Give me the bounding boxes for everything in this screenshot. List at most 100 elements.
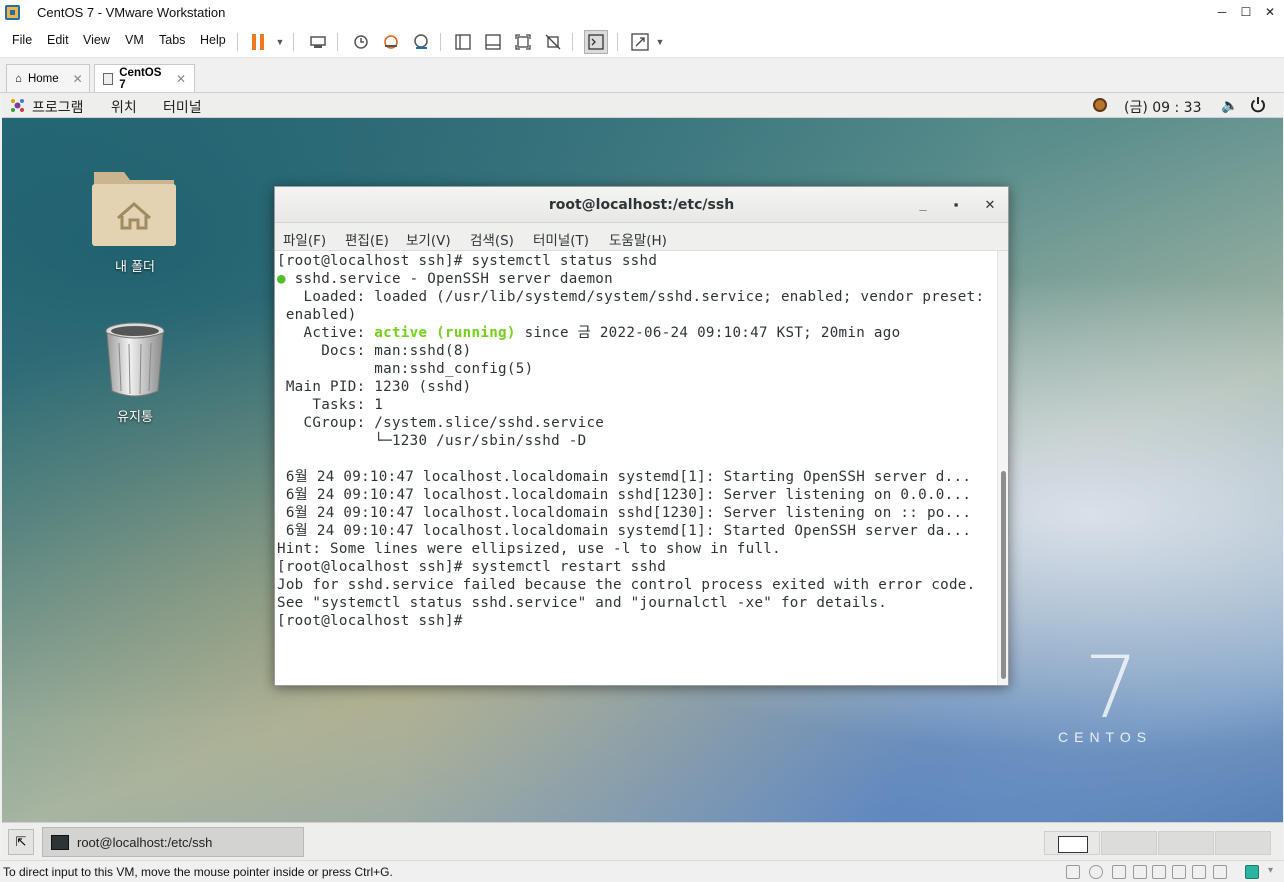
terminal-titlebar[interactable]: root@localhost:/etc/ssh _ ▪ ✕ (275, 187, 1008, 223)
network-adapter-icon[interactable] (1112, 865, 1126, 879)
menu-view[interactable]: View (83, 33, 110, 47)
minimize-button[interactable]: ─ (1213, 3, 1231, 21)
tab-label: CentOS 7 (119, 66, 162, 91)
tab-home[interactable]: ⌂ Home ✕ (6, 64, 90, 92)
usb-controller-icon[interactable] (1133, 865, 1147, 879)
menu-file[interactable]: File (12, 33, 32, 47)
terminal-line: 6월 24 09:10:47 localhost.localdomain ssh… (277, 505, 972, 521)
full-screen-icon[interactable] (511, 30, 535, 54)
terminal-line: CGroup: /system.slice/sshd.service (277, 415, 605, 431)
pause-icon[interactable] (246, 30, 270, 54)
tab-centos7[interactable]: CentOS 7 ✕ (94, 64, 195, 92)
terminal-menu-file[interactable]: 파일(F) (283, 229, 326, 249)
thumbnail-view-icon[interactable] (481, 30, 505, 54)
workspace-4[interactable] (1215, 831, 1271, 855)
status-bar: To direct input to this VM, move the mou… (0, 860, 1284, 882)
close-icon[interactable]: ✕ (176, 72, 186, 86)
terminal-menubar: 파일(F) 편집(E) 보기(V) 검색(S) 터미널(T) 도움말(H) (275, 223, 1008, 251)
power-icon[interactable] (1250, 95, 1266, 116)
library-view-icon[interactable] (451, 30, 475, 54)
centos-logo-text: CENTOS (1058, 729, 1153, 745)
chevron-down-icon[interactable]: ▼ (648, 30, 672, 54)
terminal-output[interactable]: [root@localhost ssh]# systemctl status s… (275, 251, 997, 685)
snapshot-manager-icon[interactable] (409, 30, 433, 54)
menu-tabs[interactable]: Tabs (159, 33, 185, 47)
menu-terminal[interactable]: 터미널 (163, 97, 202, 117)
taskbar-item-label: root@localhost:/etc/ssh (77, 834, 213, 850)
maximize-button[interactable]: ☐ (1237, 3, 1255, 21)
scrollbar-thumb[interactable] (1001, 471, 1006, 679)
console-view-icon[interactable] (584, 30, 608, 54)
unity-mode-icon[interactable] (541, 30, 565, 54)
workspace-2[interactable] (1101, 831, 1157, 855)
chevron-down-icon[interactable]: ▾ (1268, 865, 1273, 876)
workspace-3[interactable] (1158, 831, 1214, 855)
terminal-line: Docs: man:sshd(8) (277, 343, 472, 359)
window-titlebar: CentOS 7 - VMware Workstation ─ ☐ ✕ (0, 0, 1284, 25)
trash-icon[interactable] (103, 321, 167, 400)
sound-card-icon[interactable] (1152, 865, 1166, 879)
chevron-down-icon[interactable]: ▼ (268, 30, 292, 54)
toolbar-separator (337, 33, 338, 51)
show-desktop-icon[interactable]: ⇱ (8, 829, 34, 855)
hard-disk-icon[interactable] (1066, 865, 1080, 879)
taskbar-item-terminal[interactable]: root@localhost:/etc/ssh (42, 827, 304, 857)
display-icon[interactable] (1192, 865, 1206, 879)
terminal-line-text: sshd.service - OpenSSH server daemon (294, 271, 613, 287)
clock[interactable]: (금) 09 : 33 (1124, 97, 1202, 117)
terminal-line: See "systemctl status sshd.service" and … (277, 595, 888, 611)
close-icon[interactable]: ✕ (73, 72, 83, 86)
message-log-icon[interactable] (1245, 865, 1259, 879)
gnome-top-panel: 프로그램 위치 터미널 (금) 09 : 33 🔈 (2, 93, 1283, 118)
guest-screen[interactable]: 프로그램 위치 터미널 (금) 09 : 33 🔈 내 폴더 유지통 7 CEN… (2, 93, 1283, 860)
terminal-line: └─1230 /usr/sbin/sshd -D (277, 433, 587, 449)
terminal-line: 6월 24 09:10:47 localhost.localdomain ssh… (277, 487, 972, 503)
terminal-menu-edit[interactable]: 편집(E) (345, 229, 389, 249)
tab-bar: ⌂ Home ✕ CentOS 7 ✕ (0, 59, 1284, 93)
terminal-window[interactable]: root@localhost:/etc/ssh _ ▪ ✕ 파일(F) 편집(E… (274, 186, 1009, 686)
terminal-line: 6월 24 09:10:47 localhost.localdomain sys… (277, 469, 972, 485)
centos-logo-number: 7 (1084, 638, 1139, 738)
menu-edit[interactable]: Edit (47, 33, 69, 47)
menu-applications[interactable]: 프로그램 (32, 97, 84, 117)
home-folder-icon[interactable] (90, 166, 178, 253)
terminal-line: man:sshd_config(5) (277, 361, 534, 377)
terminal-line: Active: active (running) since 금 2022-06… (277, 324, 901, 342)
vm-icon (103, 72, 114, 85)
active-status: active (running) (374, 325, 516, 341)
toolbar-separator (293, 33, 294, 51)
vmware-app-icon (5, 5, 20, 20)
workspace-1[interactable] (1044, 831, 1100, 855)
terminal-menu-view[interactable]: 보기(V) (406, 229, 451, 249)
window-title: CentOS 7 - VMware Workstation (37, 5, 226, 20)
volume-icon[interactable]: 🔈 (1221, 97, 1238, 114)
terminal-menu-terminal[interactable]: 터미널(T) (533, 229, 589, 249)
terminal-line: Job for sshd.service failed because the … (277, 577, 976, 593)
terminal-line: Hint: Some lines were ellipsized, use -l… (277, 541, 781, 557)
menu-places[interactable]: 위치 (111, 97, 137, 117)
desktop-icon-label: 유지통 (117, 410, 153, 425)
close-button[interactable]: ✕ (1261, 3, 1279, 21)
terminal-maximize-button[interactable]: ▪ (946, 195, 966, 215)
terminal-minimize-button[interactable]: _ (913, 195, 933, 215)
home-icon: ⌂ (15, 72, 22, 85)
user-status-icon[interactable] (1093, 98, 1107, 112)
terminal-title: root@localhost:/etc/ssh (548, 197, 735, 213)
revert-snapshot-icon[interactable] (379, 30, 403, 54)
snapshot-icon[interactable] (349, 30, 373, 54)
devices-icon[interactable] (1213, 865, 1227, 879)
cd-dvd-icon[interactable] (1089, 865, 1103, 879)
terminal-icon (51, 834, 69, 850)
send-ctrl-alt-del-icon[interactable] (306, 30, 330, 54)
status-message: To direct input to this VM, move the mou… (3, 865, 393, 879)
terminal-close-button[interactable]: ✕ (980, 195, 1000, 215)
terminal-line: ● sshd.service - OpenSSH server daemon (277, 270, 613, 288)
menu-help[interactable]: Help (200, 33, 226, 47)
terminal-scrollbar[interactable] (997, 251, 1008, 685)
printer-icon[interactable] (1172, 865, 1186, 879)
menu-vm[interactable]: VM (125, 33, 144, 47)
gnome-bottom-panel: ⇱ root@localhost:/etc/ssh (2, 822, 1283, 860)
menu-toolbar: File Edit View VM Tabs Help ▼ ▼ (0, 25, 1284, 58)
terminal-menu-search[interactable]: 검색(S) (470, 229, 514, 249)
terminal-menu-help[interactable]: 도움말(H) (609, 229, 667, 249)
